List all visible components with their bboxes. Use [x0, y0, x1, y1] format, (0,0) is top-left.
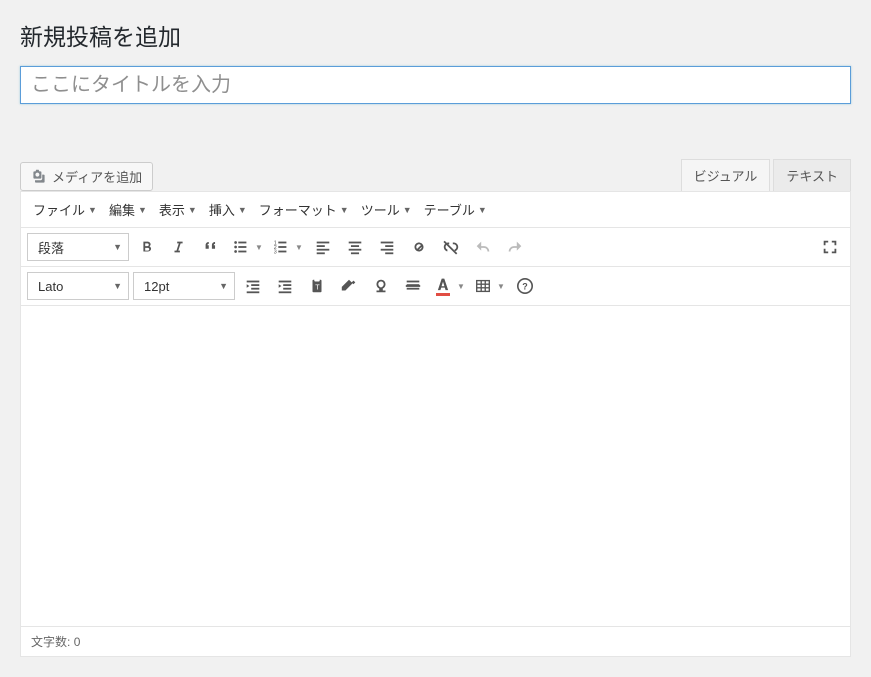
post-title-input[interactable] [20, 66, 851, 104]
help-button[interactable]: ? [511, 272, 539, 300]
svg-text:T: T [315, 283, 320, 292]
media-icon [31, 169, 47, 185]
menu-view-label: 表示 [159, 200, 185, 219]
menu-insert-label: 挿入 [209, 200, 235, 219]
font-family-select[interactable]: Lato ▼ [27, 272, 129, 300]
clear-formatting-button[interactable] [335, 272, 363, 300]
align-center-button[interactable] [341, 233, 369, 261]
menu-format-label: フォーマット [259, 200, 337, 219]
italic-button[interactable] [165, 233, 193, 261]
add-media-label: メディアを追加 [52, 167, 142, 186]
indent-button[interactable] [271, 272, 299, 300]
word-count-label: 文字数: [31, 635, 70, 649]
editor-content-area[interactable] [21, 306, 850, 626]
font-size-value: 12pt [144, 279, 169, 294]
menu-table[interactable]: テーブル▼ [418, 196, 493, 223]
toolbar-row-2: Lato ▼ 12pt ▼ T [21, 267, 850, 306]
outdent-button[interactable] [239, 272, 267, 300]
toolbar-row-1: 段落 ▼ ▼ 123 ▼ [21, 228, 850, 267]
format-select-value: 段落 [38, 238, 64, 257]
format-select[interactable]: 段落 ▼ [27, 233, 129, 261]
paste-text-button[interactable]: T [303, 272, 331, 300]
menu-edit-label: 編集 [109, 200, 135, 219]
menu-file[interactable]: ファイル▼ [27, 196, 103, 223]
text-color-swatch [436, 293, 450, 296]
redo-button[interactable] [501, 233, 529, 261]
menu-tools-label: ツール [361, 200, 400, 219]
status-bar: 文字数: 0 [21, 626, 850, 656]
unlink-button[interactable] [437, 233, 465, 261]
svg-text:3: 3 [274, 249, 277, 255]
numbered-list-button[interactable]: 123 ▼ [269, 233, 305, 261]
menu-insert[interactable]: 挿入▼ [203, 196, 253, 223]
word-count-value: 0 [74, 635, 81, 649]
undo-button[interactable] [469, 233, 497, 261]
align-left-button[interactable] [309, 233, 337, 261]
table-button[interactable]: ▼ [471, 272, 507, 300]
menu-edit[interactable]: 編集▼ [103, 196, 153, 223]
tab-text[interactable]: テキスト [773, 159, 851, 191]
editor-menubar: ファイル▼ 編集▼ 表示▼ 挿入▼ フォーマット▼ ツール▼ テーブル▼ [21, 192, 850, 228]
svg-text:?: ? [522, 282, 528, 292]
bold-button[interactable] [133, 233, 161, 261]
strikethrough-button[interactable] [399, 272, 427, 300]
blockquote-button[interactable] [197, 233, 225, 261]
menu-view[interactable]: 表示▼ [153, 196, 203, 223]
menu-tools[interactable]: ツール▼ [355, 196, 418, 223]
font-size-select[interactable]: 12pt ▼ [133, 272, 235, 300]
menu-format[interactable]: フォーマット▼ [253, 196, 355, 223]
font-family-value: Lato [38, 279, 63, 294]
menu-table-label: テーブル [424, 200, 475, 219]
editor-tabs: ビジュアル テキスト [678, 159, 851, 191]
tab-visual[interactable]: ビジュアル [681, 159, 771, 191]
special-char-button[interactable] [367, 272, 395, 300]
text-color-button[interactable]: ▼ [431, 272, 467, 300]
fullscreen-button[interactable] [816, 233, 844, 261]
editor-container: ファイル▼ 編集▼ 表示▼ 挿入▼ フォーマット▼ ツール▼ テーブル▼ 段落 … [20, 191, 851, 657]
link-button[interactable] [405, 233, 433, 261]
align-right-button[interactable] [373, 233, 401, 261]
page-title: 新規投稿を追加 [20, 0, 851, 66]
add-media-button[interactable]: メディアを追加 [20, 162, 153, 191]
menu-file-label: ファイル [33, 200, 85, 219]
bullet-list-button[interactable]: ▼ [229, 233, 265, 261]
